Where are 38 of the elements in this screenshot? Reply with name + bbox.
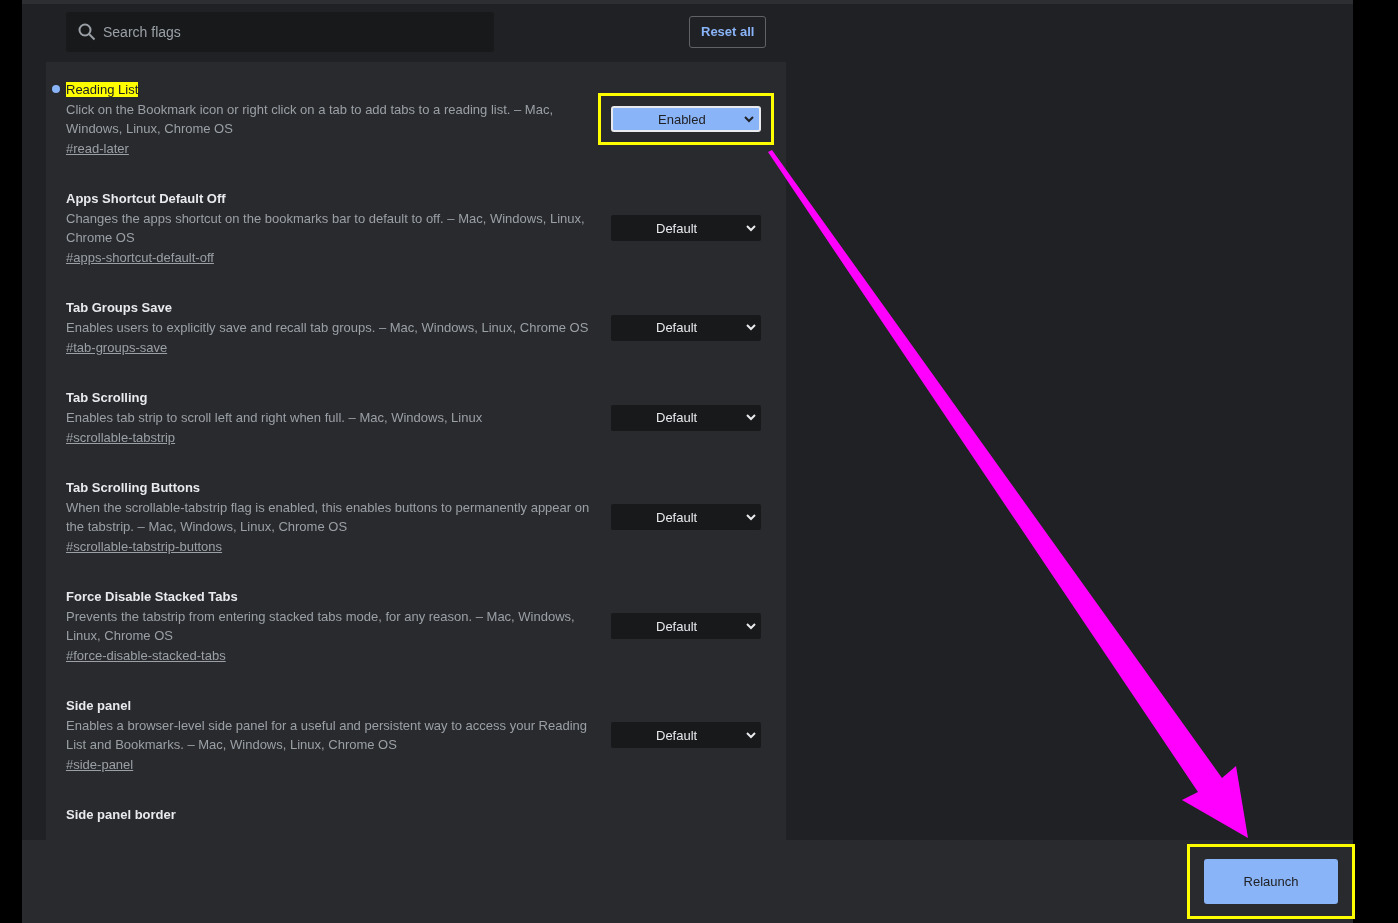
caret-icon (746, 324, 756, 331)
flag-description: Click on the Bookmark icon or right click on a tab to add tabs to a reading list. – Mac, Windows, Linux, Chrome OS (66, 101, 555, 138)
flag-link[interactable]: #force-disable-stacked-tabs (66, 648, 226, 663)
flag-link[interactable]: #apps-shortcut-default-off (66, 250, 214, 265)
flag-description: Enables users to explicitly save and recall tab groups. – Mac, Windows, Linux, Chrome OS (66, 319, 590, 337)
search-field[interactable]: Search flags (66, 11, 494, 52)
flag-title: Side panel border (66, 807, 176, 822)
flag-title: Tab Scrolling Buttons (66, 480, 201, 495)
caret-icon (746, 513, 756, 521)
caret-icon (746, 622, 756, 630)
flag-link[interactable]: #scrollable-tabstrip (66, 430, 176, 445)
dropdown[interactable]: Default (611, 613, 761, 639)
caret-icon (746, 731, 756, 739)
caret-icon (746, 224, 756, 232)
dropdown[interactable]: Default (611, 215, 761, 241)
relaunch-button[interactable]: Relaunch (1204, 859, 1338, 904)
flag-title: Tab Groups Save (66, 300, 172, 315)
dropdown[interactable]: Default (611, 722, 761, 748)
flag-title: Apps Shortcut Default Off (66, 191, 226, 206)
flag-description: Changes the apps shortcut on the bookmarks bar to default to off. – Mac, Windows, Linux, Chrome OS (66, 210, 586, 247)
flag-description: When the scrollable-tabstrip flag is enabled, this enables buttons to permanently appear on the tabstrip. – Mac, Windows, Linux, Chrome OS (66, 499, 591, 536)
dropdown[interactable]: Enabled (611, 106, 761, 132)
flag-title: Force Disable Stacked Tabs (66, 589, 238, 604)
flag-title: Tab Scrolling (66, 390, 148, 405)
dropdown[interactable]: Default (611, 404, 761, 431)
flag-title: Side panel (66, 698, 132, 713)
flag-link[interactable]: #scrollable-tabstrip-buttons (66, 539, 223, 554)
flag-link[interactable]: #read-later (66, 141, 129, 156)
flag-link[interactable]: #tab-groups-save (66, 340, 168, 355)
flag-description: Enables a browser-level side panel for a useful and persistent way to access your Reading List and Bookmarks. – Mac, Windows, Linux, Chrome OS (66, 717, 588, 754)
flag-description: Prevents the tabstrip from entering stacked tabs mode, for any reason. – Mac, Windows, Linux, Chrome OS (66, 608, 576, 645)
dropdown[interactable]: Default (611, 504, 761, 530)
caret-icon (744, 115, 754, 123)
caret-icon (746, 414, 756, 421)
reset-all-button[interactable]: Reset all (689, 15, 767, 48)
dropdown[interactable]: Default (611, 314, 761, 341)
flag-link[interactable]: #side-panel (66, 757, 134, 772)
flag-description: Enables tab strip to scroll left and right when full. – Mac, Windows, Linux (66, 409, 484, 427)
